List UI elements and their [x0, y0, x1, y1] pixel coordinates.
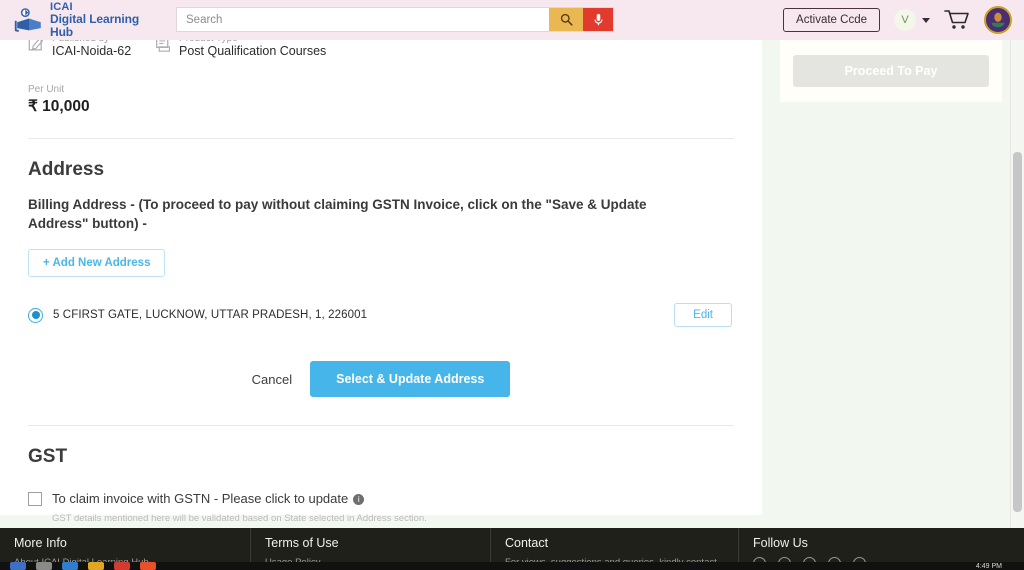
product-type-value: Post Qualification Courses [179, 44, 327, 58]
icai-emblem-icon[interactable] [984, 6, 1012, 34]
icai-logo-icon [14, 8, 41, 32]
address-row: 5 CFIRST GATE, LUCKNOW, UTTAR PRADESH, 1… [28, 303, 734, 327]
cancel-button[interactable]: Cancel [252, 372, 292, 387]
section-divider-top [28, 138, 734, 139]
brand-text: ICAI Digital Learning Hub [50, 1, 164, 39]
address-text: 5 CFIRST GATE, LUCKNOW, UTTAR PRADESH, 1… [53, 309, 368, 321]
taskbar-clock: 4:49 PM [975, 562, 1002, 570]
info-icon[interactable]: i [353, 494, 365, 505]
gst-checkbox-row: To claim invoice with GSTN - Please clic… [28, 490, 734, 508]
gst-checkbox-label: To claim invoice with GSTN - Please clic… [52, 491, 349, 506]
per-unit-value: ₹ 10,000 [28, 98, 90, 115]
per-unit-block: Per Unit ₹ 10,000 [28, 84, 762, 116]
address-action-row: Cancel Select & Update Address [28, 361, 734, 397]
footer-title-terms: Terms of Use [265, 536, 339, 550]
billing-address-note: Billing Address - (To proceed to pay wit… [28, 197, 647, 231]
footer-title-more-info: More Info [14, 536, 67, 550]
page-scrollbar-thumb[interactable] [1013, 152, 1022, 512]
brand-line-dlh: Digital Learning Hub [50, 12, 140, 39]
taskbar-app-5[interactable] [114, 562, 130, 570]
activate-code-button[interactable]: Activate Ccde [783, 8, 880, 32]
add-new-address-button[interactable]: + Add New Address [28, 249, 166, 277]
shopping-cart-icon[interactable] [944, 9, 970, 31]
site-header: ICAI Digital Learning Hub Activ [0, 0, 1024, 40]
search-input[interactable] [177, 8, 549, 31]
published-by-value: ICAI-Noida-62 [52, 44, 132, 58]
emblem-glyph [987, 9, 1009, 31]
brand-logo-area[interactable]: ICAI Digital Learning Hub [14, 1, 164, 39]
footer-title-contact: Contact [505, 536, 549, 550]
header-actions: Activate Ccde V [783, 0, 1012, 40]
product-meta-strip: Published by ICAI-Noida-62 Product Type [0, 34, 762, 68]
page-body: Published by ICAI-Noida-62 Product Type [0, 34, 1024, 528]
taskbar-app-6[interactable] [140, 562, 156, 570]
search-bar [176, 7, 614, 32]
section-divider-gst [28, 425, 734, 426]
voice-search-button[interactable] [583, 8, 613, 31]
taskbar-app-1[interactable] [10, 562, 26, 570]
user-avatar[interactable]: V [894, 9, 916, 31]
page-scrollbar-track[interactable] [1010, 40, 1024, 528]
taskbar-app-2[interactable] [36, 562, 52, 570]
taskbar-app-4[interactable] [88, 562, 104, 570]
address-select-radio[interactable] [28, 307, 43, 323]
chevron-down-icon[interactable] [922, 17, 930, 23]
gst-hint-text: GST details mentioned here will be valid… [52, 513, 427, 524]
gst-claim-checkbox[interactable] [28, 492, 42, 506]
address-section: Address Billing Address - (To proceed to… [0, 159, 762, 397]
gst-section: GST To claim invoice with GSTN - Please … [0, 446, 762, 524]
address-section-title: Address [28, 159, 105, 180]
select-update-address-button[interactable]: Select & Update Address [310, 361, 511, 397]
microphone-icon [593, 13, 603, 25]
footer-title-follow-us: Follow Us [753, 536, 808, 550]
gst-section-title: GST [28, 446, 68, 467]
taskbar-app-3[interactable] [62, 562, 78, 570]
per-unit-label: Per Unit [28, 84, 65, 95]
os-taskbar: 4:49 PM [0, 562, 1024, 570]
proceed-to-pay-button[interactable]: Proceed To Pay [793, 55, 989, 87]
app-viewport: ICAI Digital Learning Hub Activ [0, 0, 1024, 570]
search-button[interactable] [549, 8, 583, 31]
checkout-card: Published by ICAI-Noida-62 Product Type [0, 34, 762, 524]
search-icon [560, 13, 573, 26]
address-row-left: 5 CFIRST GATE, LUCKNOW, UTTAR PRADESH, 1… [28, 307, 368, 323]
edit-address-button[interactable]: Edit [674, 303, 732, 327]
radio-dot-icon [31, 311, 40, 319]
